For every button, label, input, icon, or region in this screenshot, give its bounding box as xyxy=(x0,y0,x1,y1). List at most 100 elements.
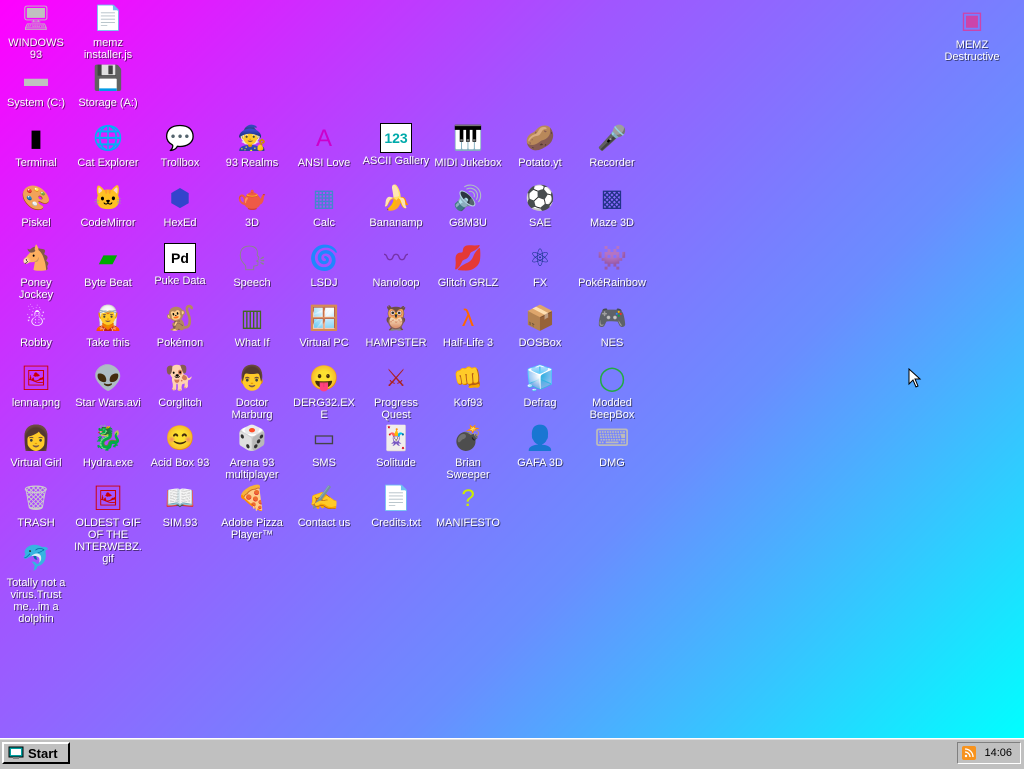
manifesto-icon-item[interactable]: ? MANIFESTO xyxy=(432,483,504,529)
nes-icon-item[interactable]: 🎮 NES xyxy=(576,303,648,349)
oldest-gif-icon-item[interactable]: 🖼 OLDEST GIF OF THE INTERWEBZ.gif xyxy=(72,483,144,565)
potato-yt-icon-item[interactable]: 🥔 Potato.yt xyxy=(504,123,576,169)
derg32-icon-item[interactable]: 😛 DERG32.EXE xyxy=(288,363,360,421)
poney-jockey-icon-item[interactable]: 🐴 Poney Jockey xyxy=(0,243,72,301)
rss-feed-icon[interactable] xyxy=(962,746,977,760)
icon-label: DOSBox xyxy=(518,337,562,349)
icon-label: Take this xyxy=(86,337,130,349)
hampster-icon-item[interactable]: 🦉 HAMPSTER xyxy=(360,303,432,349)
defrag-icon-item[interactable]: 🧊 Defrag xyxy=(504,363,576,409)
clock[interactable]: 14:06 xyxy=(984,747,1012,759)
system-c-icon-item[interactable]: ▬ System (C:) xyxy=(0,63,72,109)
piskel-icon-item[interactable]: 🎨 Piskel xyxy=(0,183,72,229)
calc-icon-item[interactable]: ▦ Calc xyxy=(288,183,360,229)
dmg-icon-item[interactable]: ⌨ DMG xyxy=(576,423,648,469)
modded-beepbox-icon-item[interactable]: ◯ Modded BeepBox xyxy=(576,363,648,421)
nanoloop-icon-item[interactable]: 〰 Nanoloop xyxy=(360,243,432,289)
virtual-girl-icon-item[interactable]: 👩 Virtual Girl xyxy=(0,423,72,469)
ansi-love-icon: A xyxy=(315,125,332,152)
terminal-icon-item[interactable]: ▮ Terminal xyxy=(0,123,72,169)
icon-label: DMG xyxy=(599,457,625,469)
robby-icon-item[interactable]: ☃ Robby xyxy=(0,303,72,349)
credits-icon-item[interactable]: 📄 Credits.txt xyxy=(360,483,432,529)
dosbox-icon-item[interactable]: 📦 DOSBox xyxy=(504,303,576,349)
icon-label: Trollbox xyxy=(160,157,200,169)
take-this-icon: 🧝 xyxy=(93,305,123,332)
mouse-cursor-icon xyxy=(908,368,922,388)
lsdj-icon-item[interactable]: 🌀 LSDJ xyxy=(288,243,360,289)
trash-icon-item[interactable]: 🗑 TRASH xyxy=(0,483,72,529)
cat-explorer-icon-item[interactable]: 🌐 Cat Explorer xyxy=(72,123,144,169)
adobe-pizza-icon-item[interactable]: 🍕 Adobe Pizza Player™ xyxy=(216,483,288,541)
lenna-icon-item[interactable]: 🖼 lenna.png xyxy=(0,363,72,409)
sms-icon-item[interactable]: ▭ SMS xyxy=(288,423,360,469)
byte-beat-icon-item[interactable]: ▰ Byte Beat xyxy=(72,243,144,289)
fx-icon-item[interactable]: ⚛ FX xyxy=(504,243,576,289)
ascii-gallery-icon-item[interactable]: 123 ASCII Gallery xyxy=(360,123,432,167)
icon-label: G8M3U xyxy=(449,217,487,229)
fx-icon: ⚛ xyxy=(529,245,551,272)
trollbox-icon-item[interactable]: 💬 Trollbox xyxy=(144,123,216,169)
gafa3d-icon-item[interactable]: 👤 GAFA 3D xyxy=(504,423,576,469)
acid-box-icon-item[interactable]: 😊 Acid Box 93 xyxy=(144,423,216,469)
bananamp-icon-item[interactable]: 🍌 Bananamp xyxy=(360,183,432,229)
hexed-icon-item[interactable]: ⬢ HexEd xyxy=(144,183,216,229)
recorder-icon: 🎤 xyxy=(597,125,627,152)
kof93-icon-item[interactable]: 👊 Kof93 xyxy=(432,363,504,409)
desktop[interactable]: 🖥 WINDOWS 93 📄 memz installer.js ▬ System (C:… xyxy=(0,0,1024,738)
midi-jukebox-icon-item[interactable]: 🎹 MIDI Jukebox xyxy=(432,123,504,169)
dolphin-icon: 🐬 xyxy=(21,545,51,572)
trollbox-icon: 💬 xyxy=(165,125,195,152)
sim93-icon-item[interactable]: 📖 SIM.93 xyxy=(144,483,216,529)
maze3d-icon: ▩ xyxy=(600,185,624,212)
pokemon-icon-item[interactable]: 🐒 Pokémon xyxy=(144,303,216,349)
half-life3-icon-item[interactable]: λ Half-Life 3 xyxy=(432,303,504,349)
storage-a-icon-item[interactable]: 💾 Storage (A:) xyxy=(72,63,144,109)
codemirror-icon-item[interactable]: 🐱 CodeMirror xyxy=(72,183,144,229)
dolphin-icon-item[interactable]: 🐬 Totally not a virus.Trust me...im a dol… xyxy=(0,543,72,625)
progress-quest-icon-item[interactable]: ⚔ Progress Quest xyxy=(360,363,432,421)
puke-data-icon: Pd xyxy=(164,243,196,273)
what-if-icon-item[interactable]: ▥ What If xyxy=(216,303,288,349)
codemirror-icon: 🐱 xyxy=(93,185,123,212)
star-wars-icon-item[interactable]: 👽 Star Wars.avi xyxy=(72,363,144,409)
93-realms-icon-item[interactable]: 🧙 93 Realms xyxy=(216,123,288,169)
speech-icon: 🗣 xyxy=(236,245,268,272)
icon-label: HAMPSTER xyxy=(365,337,427,349)
93-realms-icon: 🧙 xyxy=(237,125,267,152)
icon-label: Byte Beat xyxy=(84,277,132,289)
icon-label: WINDOWS 93 xyxy=(8,37,64,61)
icon-label: NES xyxy=(600,337,624,349)
windows93-icon-item[interactable]: 🖥 WINDOWS 93 xyxy=(0,3,72,61)
solitude-icon-item[interactable]: 🃏 Solitude xyxy=(360,423,432,469)
puke-data-icon-item[interactable]: Pd Puke Data xyxy=(144,243,216,287)
icon-label: Virtual Girl xyxy=(10,457,62,469)
doctor-marburg-icon-item[interactable]: 👨 Doctor Marburg xyxy=(216,363,288,421)
glitch-grlz-icon-item[interactable]: 💋 Glitch GRLZ xyxy=(432,243,504,289)
brian-sweeper-icon-item[interactable]: 💣 Brian Sweeper xyxy=(432,423,504,481)
hydra-icon-item[interactable]: 🐉 Hydra.exe xyxy=(72,423,144,469)
recorder-icon-item[interactable]: 🎤 Recorder xyxy=(576,123,648,169)
pokerainbow-icon-item[interactable]: 👾 PokéRainbow xyxy=(576,243,648,289)
icon-label: HexEd xyxy=(163,217,197,229)
hampster-icon: 🦉 xyxy=(381,305,411,332)
ansi-love-icon-item[interactable]: A ANSI Love xyxy=(288,123,360,169)
arena93-icon-item[interactable]: 🎲 Arena 93 multiplayer xyxy=(216,423,288,481)
icon-label: Maze 3D xyxy=(589,217,635,229)
virtual-pc-icon-item[interactable]: 🪟 Virtual PC xyxy=(288,303,360,349)
memz-destructive-icon-item[interactable]: ▣ MEMZ Destructive xyxy=(936,5,1008,63)
3d-icon-item[interactable]: 🫖 3D xyxy=(216,183,288,229)
pokerainbow-icon: 👾 xyxy=(597,245,627,272)
take-this-icon-item[interactable]: 🧝 Take this xyxy=(72,303,144,349)
maze3d-icon-item[interactable]: ▩ Maze 3D xyxy=(576,183,648,229)
sae-icon-item[interactable]: ⚽ SAE xyxy=(504,183,576,229)
corglitch-icon-item[interactable]: 🐕 Corglitch xyxy=(144,363,216,409)
speech-icon-item[interactable]: 🗣 Speech xyxy=(216,243,288,289)
g8m3u-icon-item[interactable]: 🔊 G8M3U xyxy=(432,183,504,229)
modded-beepbox-icon: ◯ xyxy=(598,365,626,392)
memz-installer-icon-item[interactable]: 📄 memz installer.js xyxy=(72,3,144,61)
start-button[interactable]: Start xyxy=(2,742,70,764)
kof93-icon: 👊 xyxy=(453,365,483,392)
icon-label: Totally not a virus.Trust me...im a dolp… xyxy=(6,577,66,625)
contact-us-icon-item[interactable]: ✍ Contact us xyxy=(288,483,360,529)
